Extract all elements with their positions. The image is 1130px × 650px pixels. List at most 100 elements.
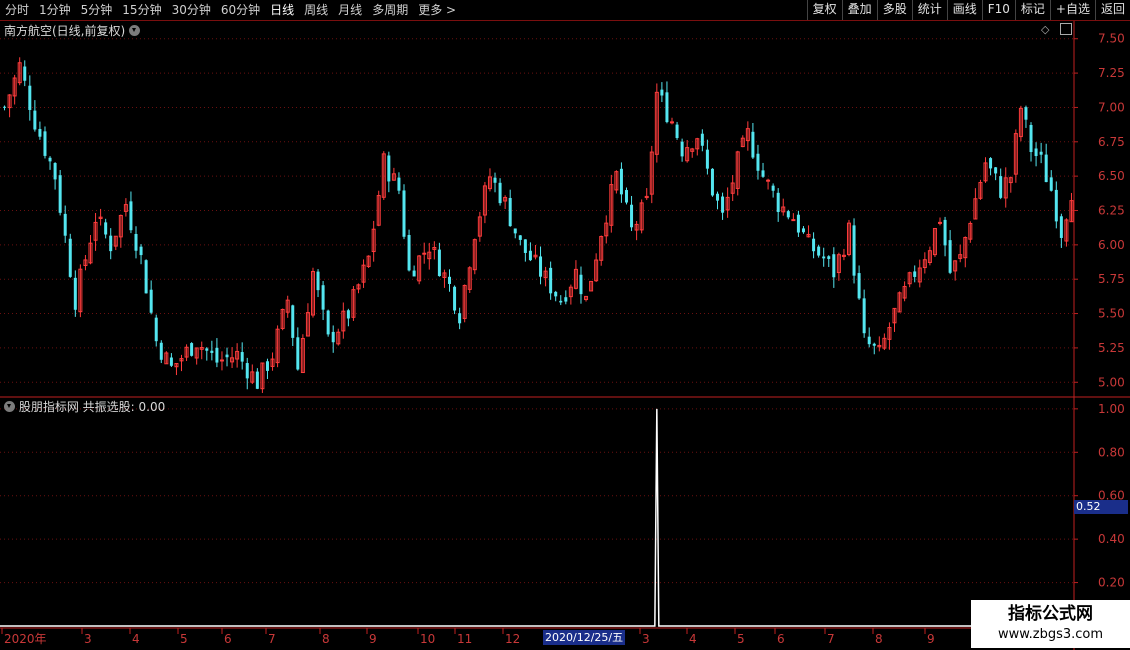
candle-body <box>265 361 269 371</box>
toolbar-button[interactable]: 标记 <box>1014 0 1050 20</box>
candle-body <box>943 219 947 246</box>
candle-body <box>796 214 800 233</box>
toolbar-button[interactable]: 复权 <box>806 0 842 20</box>
candle-body <box>498 182 502 204</box>
candle-body <box>528 250 532 261</box>
watermark-line1: 指标公式网 <box>1008 604 1093 624</box>
candle-body <box>710 168 714 196</box>
candle-body <box>3 106 7 108</box>
candle-body <box>989 158 993 169</box>
candle-body <box>867 336 871 345</box>
x-tick-label: 6 <box>777 632 785 646</box>
toolbar-button[interactable]: 画线 <box>946 0 982 20</box>
candle-body <box>1054 189 1058 222</box>
candle-body <box>63 213 67 236</box>
toolbar-button[interactable]: F10 <box>981 0 1015 20</box>
x-tick-label: 9 <box>369 632 377 646</box>
candle-body <box>219 359 224 362</box>
x-tick-label: 4 <box>689 632 697 646</box>
toolbar-button[interactable]: 叠加 <box>841 0 877 20</box>
candle-body <box>564 297 568 302</box>
period-tab[interactable]: 1分钟 <box>34 0 76 20</box>
candle-body <box>913 271 917 277</box>
candle-body <box>210 350 214 353</box>
candle-body <box>448 276 452 284</box>
x-tick-label: 7 <box>827 632 835 646</box>
period-tab[interactable]: 多周期 <box>367 0 413 20</box>
candle-body <box>559 300 563 303</box>
candle-body <box>660 89 664 96</box>
signal-line <box>0 408 1074 627</box>
period-tab[interactable]: 更多 > <box>413 0 461 20</box>
candle-body <box>822 256 826 259</box>
candle-body <box>680 141 684 157</box>
candle-body <box>33 110 37 130</box>
dropdown-circle-icon[interactable] <box>129 25 141 36</box>
candle-body <box>756 153 760 171</box>
stock-chart[interactable]: 5.00 5.25 5.50 5.75 6.00 6.25 6.50 6.75 7.00 7.25… <box>0 21 1130 650</box>
candle-body <box>630 204 634 228</box>
period-tab[interactable]: 60分钟 <box>216 0 265 20</box>
candle-body <box>296 337 300 370</box>
candle-body <box>827 256 831 259</box>
candle-body <box>493 177 497 183</box>
watermark-line2: www.zbgs3.com <box>997 627 1104 642</box>
candle-body <box>412 270 416 277</box>
candle-body <box>402 190 406 237</box>
candle-body <box>1044 154 1048 183</box>
candle-body <box>169 357 173 366</box>
candle-body <box>422 252 427 255</box>
x-tick-label: 6 <box>224 632 232 646</box>
candle-body <box>675 124 679 138</box>
candle-body <box>245 363 249 379</box>
toolbar-button[interactable]: 统计 <box>911 0 947 20</box>
candle-body <box>776 192 780 212</box>
candle-body <box>321 285 325 310</box>
period-tab[interactable]: 周线 <box>299 0 333 20</box>
y-tick-label: 5.50 <box>1098 307 1125 321</box>
period-tab[interactable]: 分时 <box>0 0 34 20</box>
candle-body <box>716 193 720 201</box>
period-tab[interactable]: 5分钟 <box>76 0 118 20</box>
candle-body <box>154 317 158 342</box>
candle-body <box>670 121 674 124</box>
y-tick-label: 1.00 <box>1098 402 1125 416</box>
candle-body <box>190 343 194 356</box>
x-tick-label: 5 <box>180 632 188 646</box>
toolbar-button[interactable]: +自选 <box>1049 0 1095 20</box>
candle-body <box>721 196 725 213</box>
candle-body <box>240 352 244 362</box>
candle-body <box>1039 151 1043 155</box>
candle-body <box>48 157 52 162</box>
cursor-value-label: 0.52 <box>1074 500 1128 514</box>
period-tab[interactable]: 30分钟 <box>167 0 216 20</box>
candle-body <box>751 131 755 158</box>
candle-body <box>579 274 583 295</box>
candle-body <box>523 239 527 253</box>
candle-body <box>549 267 553 294</box>
candle-body <box>53 163 57 180</box>
candle-body <box>58 175 62 213</box>
x-tick-label: 7 <box>268 632 276 646</box>
y-tick-label: 0.80 <box>1098 445 1125 459</box>
candle-body <box>73 277 77 310</box>
period-tab[interactable]: 日线 <box>265 0 299 20</box>
y-tick-label: 5.25 <box>1098 341 1125 355</box>
y-tick-label: 6.50 <box>1098 169 1125 183</box>
toolbar-button[interactable]: 返回 <box>1094 0 1130 20</box>
candle-body <box>801 228 805 233</box>
period-tab[interactable]: 15分钟 <box>117 0 166 20</box>
toolbar: 分时 1分钟 5分钟 15分钟 30分钟 60分钟 日线 周线 月线 多周期 更多 > 复权 叠加 多股… <box>0 0 1130 21</box>
toolbar-button[interactable]: 多股 <box>876 0 912 20</box>
candle-body <box>791 219 796 222</box>
candle-body <box>554 291 558 297</box>
candle-body <box>948 240 952 273</box>
candle-body <box>225 354 229 358</box>
candle-body <box>109 235 113 252</box>
period-tab[interactable]: 月线 <box>333 0 367 20</box>
dropdown-circle-icon[interactable] <box>4 401 15 412</box>
diamond-icon[interactable]: ◇ <box>1041 23 1049 36</box>
candle-body <box>513 228 517 234</box>
layout-toggle-icon[interactable] <box>1060 23 1072 35</box>
candle-body <box>872 343 876 346</box>
